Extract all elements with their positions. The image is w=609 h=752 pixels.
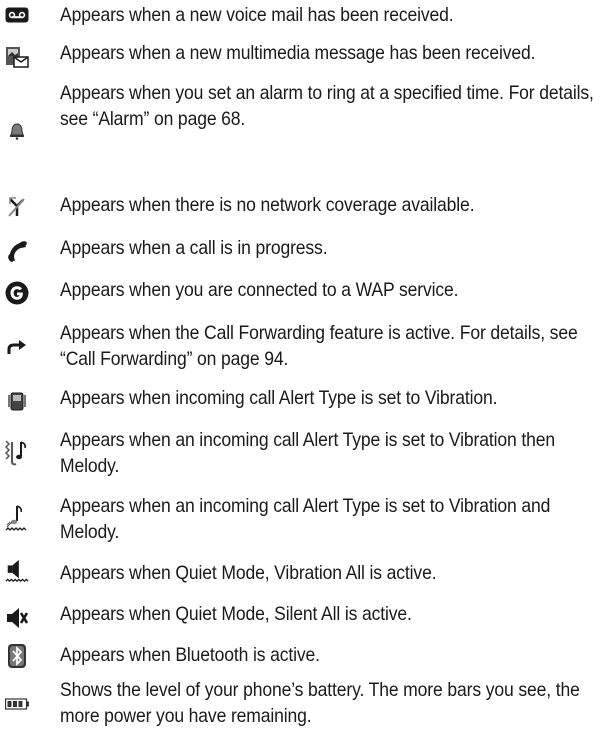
multimedia-message-icon — [4, 44, 30, 70]
quiet-mode-silent-icon — [4, 605, 30, 631]
entry-text: Appears when Bluetooth is active. — [60, 644, 320, 666]
vibration-then-melody-icon — [4, 439, 30, 466]
alarm-bell-icon — [4, 118, 30, 144]
call-in-progress-icon — [4, 238, 30, 264]
entry-text: Appears when Quiet Mode, Silent All is a… — [60, 603, 412, 625]
vibration-icon — [4, 388, 30, 414]
quiet-mode-vibration-icon — [4, 558, 30, 584]
entry-text: Appears when a call is in progress. — [60, 237, 328, 259]
entry-text: Appears when the Call Forwarding feature… — [60, 322, 578, 370]
entry-text: Appears when an incoming call Alert Type… — [60, 495, 551, 543]
entry-text: Appears when Quiet Mode, Vibration All i… — [60, 562, 437, 584]
entry-text: Appears when you are connected to a WAP … — [60, 279, 459, 301]
voicemail-icon — [4, 2, 30, 28]
entry-text: Appears when you set an alarm to ring at… — [60, 82, 594, 130]
call-forwarding-icon — [4, 334, 30, 360]
entry-text: Shows the level of your phone’s battery.… — [60, 679, 580, 727]
entry-text: Appears when a new voice mail has been r… — [60, 4, 454, 26]
entry-text: Appears when there is no network coverag… — [60, 194, 475, 216]
vibration-and-melody-icon — [4, 505, 30, 531]
entry-text: Appears when an incoming call Alert Type… — [60, 429, 555, 477]
entry-text: Appears when a new multimedia message ha… — [60, 42, 536, 64]
bluetooth-icon — [4, 643, 30, 669]
wap-connected-icon — [4, 280, 30, 306]
no-network-icon — [4, 194, 30, 220]
entry-text: Appears when incoming call Alert Type is… — [60, 387, 498, 409]
battery-icon — [4, 691, 30, 717]
